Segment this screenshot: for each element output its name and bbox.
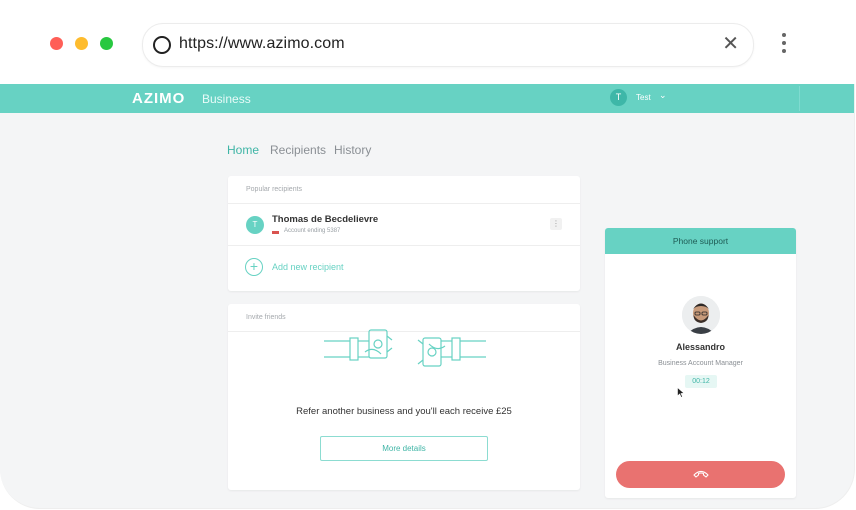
user-avatar[interactable]: T — [610, 89, 627, 106]
mouse-cursor-icon — [677, 387, 685, 398]
circle-icon — [153, 36, 171, 54]
address-bar[interactable]: https://www.azimo.com ✕ — [142, 23, 754, 67]
app-topbar: AZIMO Business T Test ⌄ — [0, 84, 854, 113]
url-text[interactable]: https://www.azimo.com — [179, 35, 345, 53]
referral-text: Refer another business and you'll each r… — [296, 406, 512, 417]
agent-name: Alessandro — [675, 342, 726, 352]
divider — [228, 245, 580, 246]
browser-chrome: https://www.azimo.com ✕ — [0, 0, 856, 84]
kebab-menu-icon[interactable] — [778, 33, 790, 55]
popular-recipients-card: Popular recipients T Thomas de Becdeliev… — [228, 176, 580, 291]
tab-history[interactable]: History — [334, 143, 371, 157]
recipient-account: Account ending 5387 — [284, 228, 341, 234]
close-icon[interactable]: ✕ — [722, 32, 739, 56]
user-name[interactable]: Test — [636, 93, 651, 102]
card-title: Popular recipients — [246, 186, 303, 193]
window-maximize-dot[interactable] — [100, 37, 113, 50]
chevron-down-icon[interactable]: ⌄ — [659, 90, 667, 101]
window-close-dot[interactable] — [50, 37, 63, 50]
recipient-name[interactable]: Thomas de Becdelievre — [272, 214, 378, 225]
recipient-avatar: T — [246, 216, 264, 234]
topbar-divider — [799, 86, 800, 111]
hang-up-button[interactable] — [616, 461, 785, 488]
window-minimize-dot[interactable] — [75, 37, 88, 50]
more-details-button[interactable]: More details — [320, 436, 488, 461]
plus-circle-icon[interactable]: + — [245, 258, 263, 276]
add-recipient-link[interactable]: Add new recipient — [272, 262, 344, 272]
invite-friends-card: Invite friends Refer another business an… — [228, 304, 580, 490]
azimo-logo[interactable]: AZIMO — [132, 90, 185, 107]
tab-home[interactable]: Home — [227, 143, 259, 157]
handshake-money-icon — [324, 329, 486, 367]
agent-role: Business Account Manager — [658, 360, 743, 367]
logo-subtitle: Business — [202, 92, 251, 106]
web-viewport: AZIMO Business T Test ⌄ Home Recipients … — [0, 84, 855, 509]
panel-header: Phone support — [605, 228, 796, 254]
phone-hangup-icon — [693, 470, 709, 478]
agent-avatar — [682, 296, 720, 334]
call-timer: 00:12 — [685, 375, 717, 388]
tab-recipients[interactable]: Recipients — [270, 143, 326, 157]
divider — [228, 203, 580, 204]
flag-icon — [272, 231, 279, 234]
more-vertical-icon[interactable]: ⋮ — [550, 218, 562, 230]
phone-support-panel: Phone support Alessandro Business Accoun… — [605, 228, 796, 498]
card-title: Invite friends — [246, 314, 286, 321]
